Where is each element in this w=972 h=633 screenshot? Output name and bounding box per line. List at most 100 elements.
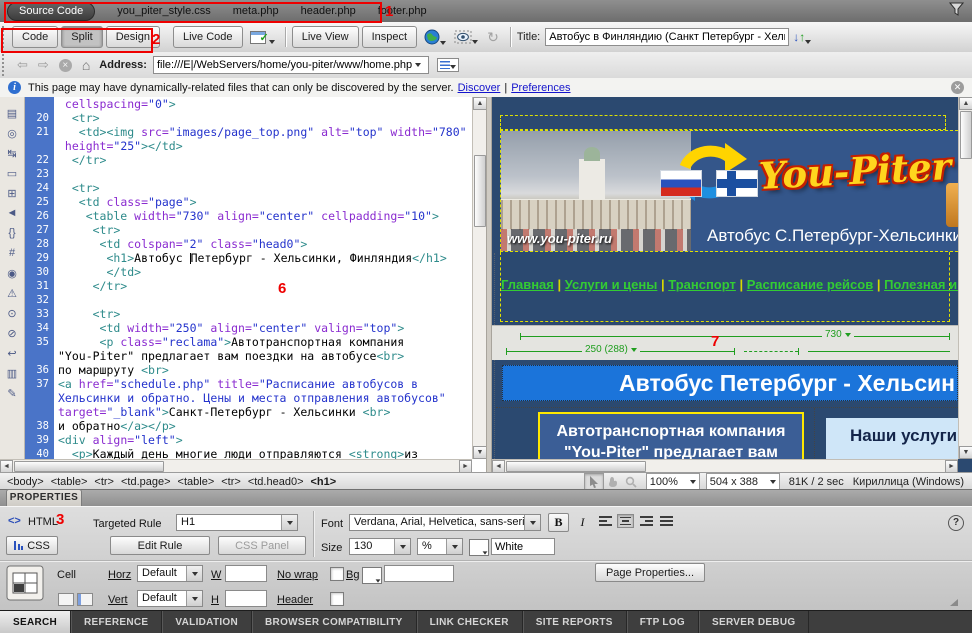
- code-vertical-scrollbar[interactable]: ▲ ▼: [472, 97, 487, 459]
- refresh-icon[interactable]: ↻: [487, 29, 499, 46]
- check-browser-compatibility-icon[interactable]: ✓: [250, 31, 275, 44]
- highlight-invalid-code-icon[interactable]: ◉: [2, 263, 22, 283]
- collapse-selection-icon[interactable]: ▭: [2, 163, 22, 183]
- header-checkbox[interactable]: [330, 592, 344, 606]
- split-cell-icon[interactable]: [77, 593, 93, 606]
- results-tab-reference[interactable]: REFERENCE: [71, 611, 162, 633]
- open-documents-icon[interactable]: ▤: [2, 103, 22, 123]
- window-size-select[interactable]: 504 x 388: [706, 473, 780, 490]
- services-cell[interactable]: Наши услуги: [826, 418, 958, 459]
- back-icon[interactable]: ⇦: [17, 57, 28, 73]
- expand-all-icon[interactable]: ⊞: [2, 183, 22, 203]
- page-heading[interactable]: Автобус Петербург - Хельсин: [502, 365, 958, 401]
- forward-icon[interactable]: ⇨: [38, 57, 49, 73]
- targeted-rule-select[interactable]: H1: [176, 514, 298, 531]
- tag-selector-item[interactable]: <td.head0>: [248, 476, 304, 488]
- align-center-icon[interactable]: [617, 514, 634, 528]
- hand-tool-icon[interactable]: [604, 474, 622, 489]
- cell-width-input[interactable]: [225, 565, 267, 582]
- text-color-input[interactable]: [491, 538, 555, 555]
- html-mode-button[interactable]: HTML: [28, 516, 58, 528]
- site-banner[interactable]: www.you-piter.ru You-Piter Автобус С.Пет…: [500, 130, 958, 252]
- view-options-icon[interactable]: [437, 58, 459, 72]
- results-tab-search[interactable]: SEARCH: [0, 611, 71, 633]
- align-right-icon[interactable]: [638, 514, 655, 528]
- nav-link[interactable]: Расписание рейсов: [747, 277, 873, 292]
- horz-select[interactable]: Default: [137, 565, 203, 582]
- code-editor[interactable]: cellspacing="0">20 <tr>21 <td><img src="…: [25, 97, 472, 459]
- collapse-full-tag-icon[interactable]: ↹: [2, 143, 22, 163]
- close-info-bar-icon[interactable]: ✕: [951, 81, 964, 94]
- line-numbers-icon[interactable]: #: [2, 243, 22, 263]
- code-hscroll-thumb[interactable]: [14, 461, 164, 472]
- split-view-button[interactable]: Split: [61, 26, 102, 48]
- preview-in-browser-icon[interactable]: [424, 29, 446, 45]
- results-tab-link-checker[interactable]: LINK CHECKER: [417, 611, 523, 633]
- vert-select[interactable]: Default: [137, 590, 203, 607]
- results-tab-validation[interactable]: VALIDATION: [162, 611, 252, 633]
- live-code-button[interactable]: Live Code: [173, 26, 243, 48]
- syntax-error-alerts-icon[interactable]: ⚠: [2, 283, 22, 303]
- source-code-tab[interactable]: Source Code: [7, 2, 95, 21]
- design-vscroll-thumb[interactable]: [960, 111, 972, 159]
- design-scroll-down-icon[interactable]: ▼: [959, 446, 972, 459]
- select-tool-icon[interactable]: [584, 473, 604, 490]
- home-icon[interactable]: ⌂: [82, 57, 90, 73]
- nav-link[interactable]: Транспорт: [668, 277, 736, 292]
- title-input[interactable]: [545, 28, 789, 46]
- related-file-tab[interactable]: you_piter_style.css: [117, 5, 211, 17]
- text-color-swatch[interactable]: [469, 539, 489, 556]
- file-management-icon[interactable]: ↓↑: [793, 30, 811, 44]
- cell-height-input[interactable]: [225, 590, 267, 607]
- table-row-outline[interactable]: [500, 115, 946, 130]
- visual-aids-icon[interactable]: [454, 30, 478, 44]
- results-tab-browser-compatibility[interactable]: BROWSER COMPATIBILITY: [252, 611, 417, 633]
- size-select[interactable]: 130: [349, 538, 411, 555]
- column-width-label[interactable]: 250 (288): [582, 344, 640, 355]
- recent-snippets-icon[interactable]: ▥: [2, 363, 22, 383]
- bold-button[interactable]: B: [548, 513, 569, 532]
- size-unit-select[interactable]: %: [417, 538, 463, 555]
- nav-link[interactable]: Услуги и цены: [565, 277, 658, 292]
- design-vertical-scrollbar[interactable]: ▲ ▼: [958, 97, 972, 459]
- design-canvas[interactable]: www.you-piter.ru You-Piter Автобус С.Пет…: [492, 97, 958, 459]
- merge-cells-icon[interactable]: [58, 593, 74, 606]
- addressbar-grip[interactable]: [2, 54, 10, 76]
- tag-selector-item[interactable]: <table>: [51, 476, 88, 488]
- bg-color-input[interactable]: [384, 565, 454, 582]
- scroll-down-icon[interactable]: ▼: [473, 446, 487, 459]
- tag-selector-item[interactable]: <tr>: [94, 476, 114, 488]
- related-file-tab[interactable]: header.php: [301, 5, 356, 17]
- related-file-tab[interactable]: footer.php: [378, 5, 427, 17]
- remove-comment-icon[interactable]: ⊘: [2, 323, 22, 343]
- css-panel-button[interactable]: CSS Panel: [218, 536, 306, 555]
- toolbar-grip[interactable]: [2, 26, 10, 48]
- discover-link[interactable]: Discover: [458, 82, 501, 94]
- tag-selector-item[interactable]: <tr>: [221, 476, 241, 488]
- apply-comment-icon[interactable]: ⊙: [2, 303, 22, 323]
- results-tab-server-debug[interactable]: SERVER DEBUG: [699, 611, 809, 633]
- design-view-button[interactable]: Design: [106, 26, 160, 48]
- move-css-icon[interactable]: ✎: [2, 383, 22, 403]
- properties-tab[interactable]: PROPERTIES: [6, 489, 82, 506]
- design-scroll-up-icon[interactable]: ▲: [959, 97, 972, 110]
- nav-link[interactable]: Главная: [501, 277, 554, 292]
- code-view-button[interactable]: Code: [12, 26, 58, 48]
- inspect-button[interactable]: Inspect: [362, 26, 417, 48]
- align-left-icon[interactable]: [597, 514, 614, 528]
- stop-icon[interactable]: ×: [59, 59, 72, 72]
- table-width-total[interactable]: 730: [822, 329, 854, 340]
- nav-link[interactable]: Полезная информация: [884, 277, 958, 292]
- font-select[interactable]: Verdana, Arial, Helvetica, sans-serif: [349, 514, 541, 531]
- nowrap-checkbox[interactable]: [330, 567, 344, 581]
- tag-selector-item[interactable]: <td.page>: [121, 476, 171, 488]
- italic-button[interactable]: I: [572, 513, 593, 532]
- preferences-link[interactable]: Preferences: [511, 82, 570, 94]
- table-width-bar[interactable]: 730 250 (288): [492, 325, 958, 360]
- page-properties-button[interactable]: Page Properties...: [595, 563, 705, 582]
- edit-rule-button[interactable]: Edit Rule: [110, 536, 210, 555]
- address-dropdown-icon[interactable]: [415, 63, 421, 67]
- live-view-button[interactable]: Live View: [292, 26, 359, 48]
- scroll-up-icon[interactable]: ▲: [473, 97, 487, 110]
- balance-braces-icon[interactable]: {}: [2, 223, 22, 243]
